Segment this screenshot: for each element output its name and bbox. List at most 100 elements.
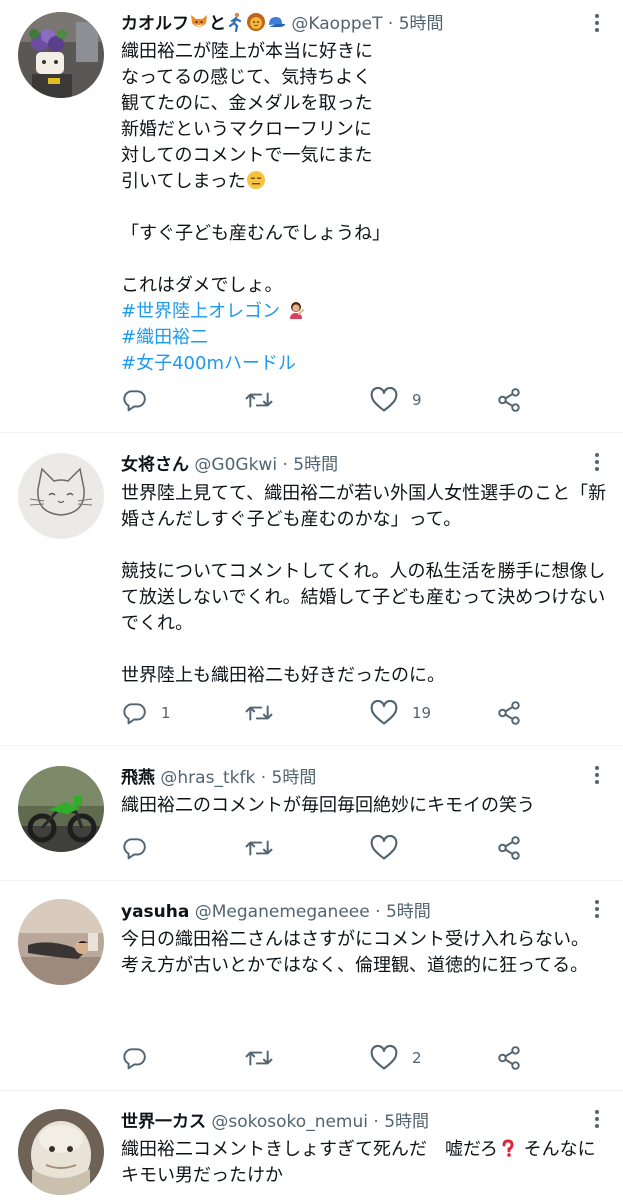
reply-button[interactable] xyxy=(121,1043,161,1073)
tweet-text: 織田裕二が陸上が本当に好きに なってるの感じて、気持ちよく 観てたのに、金メダル… xyxy=(121,39,607,377)
tweet[interactable]: yasuha @Meganemeganeee · 5時間 今日の織田裕二さんはさ… xyxy=(0,881,623,1091)
avatar[interactable] xyxy=(18,12,104,98)
more-dots-icon[interactable] xyxy=(593,451,601,473)
avatar[interactable] xyxy=(18,766,104,852)
more-dots-icon[interactable] xyxy=(593,1108,601,1130)
paragraph: 考え方が古いとかではなく、倫理観、道徳的に狂ってる。 xyxy=(121,955,589,976)
user-handle[interactable]: @hras_tkfk xyxy=(160,768,255,788)
display-name[interactable]: 世界一カス xyxy=(121,1112,206,1132)
display-name[interactable]: yasuha xyxy=(121,902,189,922)
text-line: 観てたのに、金メダルを取った xyxy=(121,93,373,114)
reply-icon xyxy=(121,835,147,861)
share-icon xyxy=(496,700,522,726)
reply-button[interactable] xyxy=(121,833,161,863)
user-handle[interactable]: @Meganemeganeee xyxy=(195,902,370,922)
fox-emoji-icon xyxy=(189,12,209,36)
lion-emoji-icon xyxy=(246,12,266,36)
share-icon xyxy=(496,387,522,413)
share-button[interactable] xyxy=(496,1043,522,1073)
user-handle[interactable]: @KaoppeT xyxy=(291,14,382,34)
like-button[interactable]: 2 xyxy=(370,1043,422,1073)
retweet-icon xyxy=(244,700,274,726)
like-button[interactable] xyxy=(370,833,412,863)
user-handle[interactable]: @sokosoko_nemui xyxy=(211,1112,368,1132)
paragraph: 織田裕二コメントきしょすぎて死んだ 嘘だろ xyxy=(121,1139,498,1160)
quote-text: 「すぐ子ども産むんでしょうね」 xyxy=(121,223,391,244)
heart-icon xyxy=(370,387,398,413)
like-button[interactable]: 9 xyxy=(370,385,422,415)
separator: · xyxy=(387,14,394,34)
paragraph: 今日の織田裕二さんはさすがにコメント受け入れらない。 xyxy=(121,929,589,950)
share-icon xyxy=(496,1045,522,1071)
retweet-icon xyxy=(244,1045,274,1071)
paragraph: 織田裕二のコメントが毎回毎回絶妙にキモイの笑う xyxy=(121,795,535,816)
like-count: 2 xyxy=(412,1049,422,1067)
hashtag-link[interactable]: #女子400mハードル xyxy=(121,353,296,374)
display-name[interactable]: 飛燕 xyxy=(121,768,155,788)
cap-emoji-icon xyxy=(266,12,286,36)
share-button[interactable] xyxy=(496,385,522,415)
paragraph: 世界陸上見てて、織田裕二が若い外国人女性選手のこと「新婚さんだしすぐ子ども産むの… xyxy=(121,483,607,530)
tweet[interactable]: 女将さん @G0Gkwi · 5時間 世界陸上見てて、織田裕二が若い外国人女性選… xyxy=(0,433,623,746)
hashtag-link[interactable]: #世界陸上オレゴン xyxy=(121,301,280,322)
reply-count: 1 xyxy=(161,704,171,722)
expressionless-emoji-icon xyxy=(246,171,266,192)
display-name-suffix[interactable]: と xyxy=(209,14,226,34)
text-line: 引いてしまった xyxy=(121,171,246,192)
like-count: 19 xyxy=(412,704,432,722)
timestamp[interactable]: 5時間 xyxy=(272,768,317,788)
heart-icon xyxy=(370,1045,398,1071)
like-count: 9 xyxy=(412,391,422,409)
tweet[interactable]: カオルフと @KaoppeT · 5時間 織田裕二が陸上が本当に好きに なってる… xyxy=(0,0,623,433)
timestamp[interactable]: 5時間 xyxy=(386,902,431,922)
display-name[interactable]: カオルフ xyxy=(121,14,189,34)
text-line: なってるの感じて、気持ちよく xyxy=(121,67,372,88)
more-dots-icon[interactable] xyxy=(593,764,601,786)
more-dots-icon[interactable] xyxy=(593,898,601,920)
reply-button[interactable] xyxy=(121,385,161,415)
heart-icon xyxy=(370,835,398,861)
retweet-button[interactable] xyxy=(244,385,288,415)
avatar[interactable] xyxy=(18,899,104,985)
timeline: カオルフと @KaoppeT · 5時間 織田裕二が陸上が本当に好きに なってる… xyxy=(0,0,623,1200)
tweet-header: 飛燕 @hras_tkfk · 5時間 xyxy=(121,766,316,790)
retweet-button[interactable] xyxy=(244,698,288,728)
timestamp[interactable]: 5時間 xyxy=(293,455,338,475)
hashtag-link[interactable]: #織田裕二 xyxy=(121,327,208,348)
reply-button[interactable]: 1 xyxy=(121,698,171,728)
display-name[interactable]: 女将さん xyxy=(121,455,189,475)
like-button[interactable]: 19 xyxy=(370,698,431,728)
tweet-text: 世界陸上見てて、織田裕二が若い外国人女性選手のこと「新婚さんだしすぐ子ども産むの… xyxy=(121,481,607,689)
retweet-button[interactable] xyxy=(244,1043,288,1073)
share-icon xyxy=(496,835,522,861)
runner-emoji-icon xyxy=(226,12,246,36)
text-line: 新婚だというマクローフリンに xyxy=(121,119,372,140)
paragraph: 世界陸上も織田裕二も好きだったのに。 xyxy=(121,665,445,686)
tweet-header: yasuha @Meganemeganeee · 5時間 xyxy=(121,900,431,924)
tweet-text: 織田裕二のコメントが毎回毎回絶妙にキモイの笑う xyxy=(121,793,607,819)
user-handle[interactable]: @G0Gkwi xyxy=(194,455,277,475)
retweet-icon xyxy=(244,835,274,861)
separator: · xyxy=(260,768,267,788)
red-question-mark-icon xyxy=(498,1139,518,1160)
heart-icon xyxy=(370,700,398,726)
paragraph: 競技についてコメントしてくれ。人の私生活を勝手に想像して放送しないでくれ。結婚し… xyxy=(121,561,606,634)
tweet[interactable]: 世界一カス @sokosoko_nemui · 5時間 織田裕二コメントきしょす… xyxy=(0,1091,623,1200)
avatar[interactable] xyxy=(18,453,104,539)
tweet-header: 世界一カス @sokosoko_nemui · 5時間 xyxy=(121,1110,429,1134)
reply-icon xyxy=(121,387,147,413)
share-button[interactable] xyxy=(496,833,522,863)
timestamp[interactable]: 5時間 xyxy=(399,14,444,34)
tweet-actions: 2 xyxy=(121,1043,521,1073)
tweet-header: カオルフと @KaoppeT · 5時間 xyxy=(121,12,444,36)
tweet-actions: 1 19 xyxy=(121,698,521,728)
timestamp[interactable]: 5時間 xyxy=(384,1112,429,1132)
tweet-text: 今日の織田裕二さんはさすがにコメント受け入れらない。 考え方が古いとかではなく、… xyxy=(121,927,607,979)
tweet[interactable]: 飛燕 @hras_tkfk · 5時間 織田裕二のコメントが毎回毎回絶妙にキモイ… xyxy=(0,746,623,881)
tweet-text: 織田裕二コメントきしょすぎて死んだ 嘘だろ そんなにキモい男だったけか xyxy=(121,1137,607,1189)
avatar[interactable] xyxy=(18,1109,104,1195)
retweet-button[interactable] xyxy=(244,833,288,863)
more-dots-icon[interactable] xyxy=(593,12,601,34)
separator: · xyxy=(375,902,381,922)
share-button[interactable] xyxy=(496,698,522,728)
